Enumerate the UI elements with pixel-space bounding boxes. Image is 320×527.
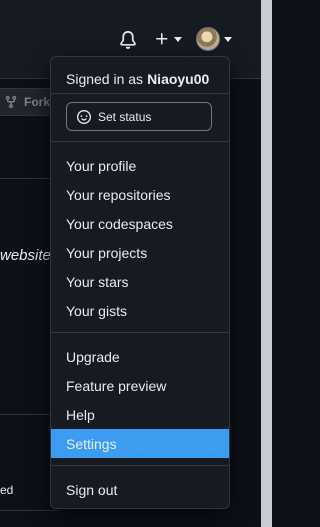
menu-item-your-profile[interactable]: Your profile bbox=[51, 151, 229, 180]
avatar bbox=[196, 27, 220, 51]
user-dropdown-menu: Signed in as Niaoyu00 Set status Your pr… bbox=[50, 56, 230, 509]
menu-item-your-repositories[interactable]: Your repositories bbox=[51, 180, 229, 209]
menu-item-feature-preview[interactable]: Feature preview bbox=[51, 371, 229, 400]
menu-item-upgrade[interactable]: Upgrade bbox=[51, 342, 229, 371]
set-status-label: Set status bbox=[98, 109, 152, 124]
divider bbox=[51, 465, 229, 466]
text-fragment: ed bbox=[0, 483, 14, 497]
menu-item-your-stars[interactable]: Your stars bbox=[51, 267, 229, 296]
menu-item-sign-out[interactable]: Sign out bbox=[51, 475, 229, 504]
chevron-down-icon bbox=[174, 36, 182, 42]
user-menu-button[interactable] bbox=[194, 25, 234, 53]
fork-label: Fork bbox=[24, 95, 51, 109]
fork-icon bbox=[5, 95, 17, 109]
username: Niaoyu00 bbox=[147, 70, 210, 87]
create-new-button[interactable] bbox=[152, 27, 184, 51]
divider bbox=[51, 332, 229, 333]
menu-item-your-codespaces[interactable]: Your codespaces bbox=[51, 209, 229, 238]
signed-in-as: Signed in as Niaoyu00 bbox=[51, 64, 229, 93]
divider bbox=[51, 141, 229, 142]
chevron-down-icon bbox=[224, 36, 232, 42]
divider bbox=[51, 93, 229, 94]
signed-in-label: Signed in as bbox=[66, 70, 144, 87]
plus-icon bbox=[156, 33, 168, 45]
menu-item-your-gists[interactable]: Your gists bbox=[51, 296, 229, 325]
menu-item-your-projects[interactable]: Your projects bbox=[51, 238, 229, 267]
set-status-button[interactable]: Set status bbox=[66, 102, 212, 131]
smiley-icon bbox=[77, 109, 91, 124]
window-edge bbox=[261, 0, 272, 527]
bell-icon[interactable] bbox=[116, 28, 140, 52]
menu-item-help[interactable]: Help bbox=[51, 400, 229, 429]
menu-item-settings[interactable]: Settings bbox=[51, 429, 229, 458]
divider bbox=[0, 510, 58, 511]
